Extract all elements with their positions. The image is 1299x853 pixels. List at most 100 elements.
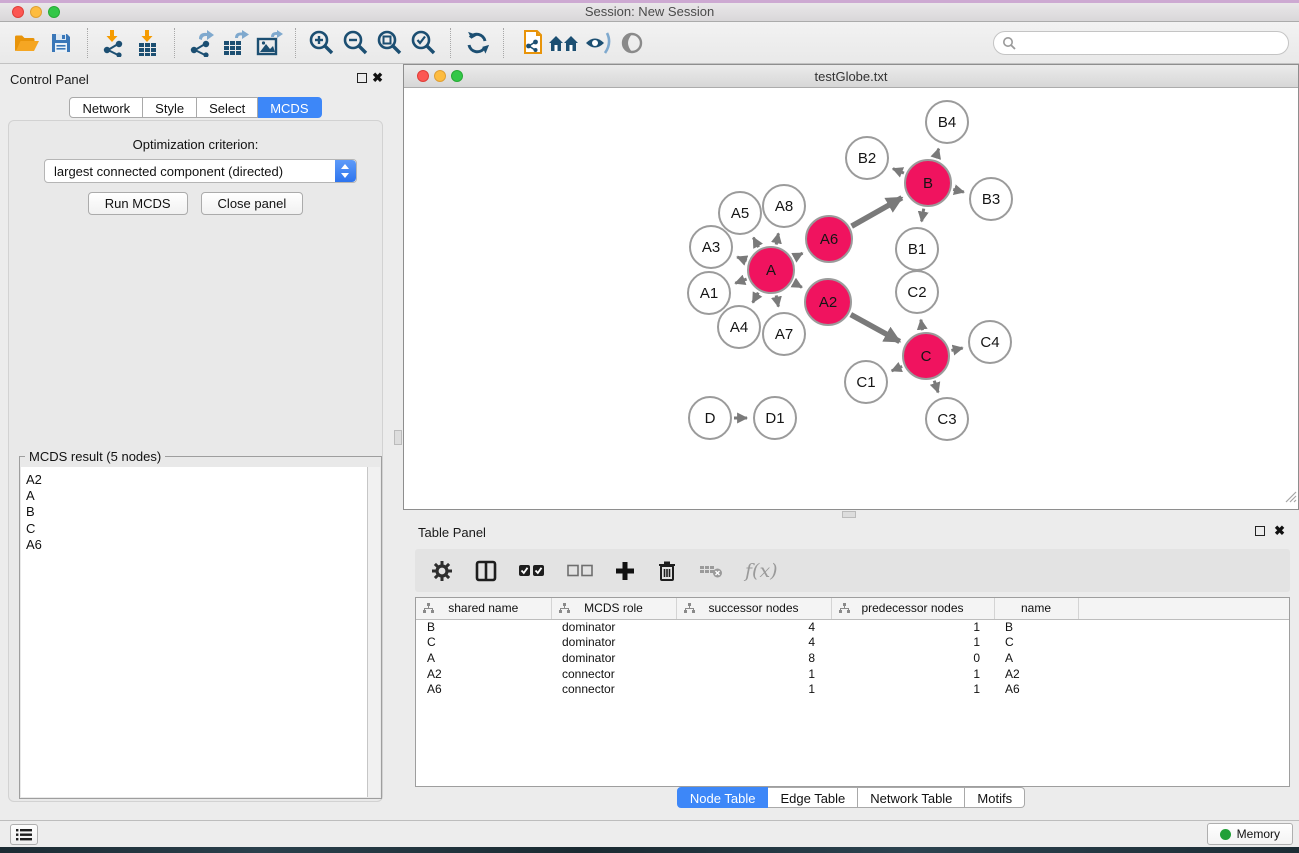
- graph-node-B[interactable]: B: [905, 160, 951, 206]
- graph-edge-C-C1[interactable]: [892, 366, 902, 371]
- search-input[interactable]: [1021, 36, 1271, 50]
- graph-edge-A-A7[interactable]: [776, 295, 778, 306]
- graph-edge-C-C4[interactable]: [951, 348, 962, 350]
- graph-node-D1[interactable]: D1: [754, 397, 796, 439]
- network-window-titlebar[interactable]: testGlobe.txt: [404, 65, 1298, 88]
- table-row[interactable]: A2connector11A2: [416, 666, 1289, 682]
- tab-mcds[interactable]: MCDS: [258, 97, 321, 118]
- graph-edge-B-B4[interactable]: [936, 149, 939, 158]
- result-list-item[interactable]: A: [21, 488, 380, 504]
- graph-edge-A6-B[interactable]: [852, 198, 902, 226]
- show-columns-icon[interactable]: [475, 560, 497, 582]
- open-session-icon[interactable]: [10, 26, 44, 60]
- column-header-shared-name[interactable]: shared name: [416, 598, 551, 619]
- import-network-icon[interactable]: [97, 26, 131, 60]
- graph-edge-A-A8[interactable]: [776, 233, 778, 244]
- tab-style[interactable]: Style: [143, 97, 197, 118]
- graph-node-A8[interactable]: A8: [763, 185, 805, 227]
- function-builder-icon[interactable]: f(x): [745, 560, 778, 582]
- table-row[interactable]: A6connector11A6: [416, 681, 1289, 697]
- column-header-successor-nodes[interactable]: successor nodes: [676, 598, 831, 619]
- graph-edge-A2-C[interactable]: [851, 315, 900, 342]
- close-panel-icon[interactable]: ✖: [372, 70, 383, 86]
- graph-node-A7[interactable]: A7: [763, 313, 805, 355]
- tab-node-table[interactable]: Node Table: [677, 787, 769, 808]
- float-panel-icon[interactable]: [357, 73, 367, 83]
- export-table-icon[interactable]: [218, 26, 252, 60]
- graph-node-C3[interactable]: C3: [926, 398, 968, 440]
- dropdown-stepper-icon[interactable]: [335, 160, 356, 182]
- add-column-icon[interactable]: [615, 561, 635, 581]
- graph-node-C2[interactable]: C2: [896, 271, 938, 313]
- graph-node-A[interactable]: A: [748, 247, 794, 293]
- zoom-selected-icon[interactable]: [407, 26, 441, 60]
- memory-button[interactable]: Memory: [1207, 823, 1293, 845]
- graph-edge-C-C2[interactable]: [921, 320, 922, 331]
- window-resize-grip[interactable]: [1284, 490, 1297, 508]
- graph-edge-A-A5[interactable]: [753, 238, 758, 248]
- graph-edge-A-A2[interactable]: [794, 283, 802, 288]
- zoom-in-icon[interactable]: [305, 26, 339, 60]
- tab-select[interactable]: Select: [197, 97, 258, 118]
- table-divider-grip[interactable]: [842, 511, 856, 518]
- column-header-predecessor-nodes[interactable]: predecessor nodes: [831, 598, 994, 619]
- graph-edge-A-A4[interactable]: [753, 293, 759, 303]
- result-list-item[interactable]: A2: [21, 472, 380, 488]
- graph-node-A3[interactable]: A3: [690, 226, 732, 268]
- tab-network[interactable]: Network: [69, 97, 143, 118]
- table-row[interactable]: Adominator80A: [416, 650, 1289, 666]
- import-table-icon[interactable]: [131, 26, 165, 60]
- result-scrollbar[interactable]: [367, 467, 380, 797]
- graph-node-B4[interactable]: B4: [926, 101, 968, 143]
- graph-edge-A-A3[interactable]: [737, 257, 747, 261]
- hide-selected-icon[interactable]: [581, 26, 615, 60]
- graph-edge-B-B2[interactable]: [893, 169, 904, 174]
- graph-node-B1[interactable]: B1: [896, 228, 938, 270]
- float-table-panel-icon[interactable]: [1255, 526, 1265, 536]
- graph-edge-B-B3[interactable]: [953, 189, 964, 192]
- graph-node-B3[interactable]: B3: [970, 178, 1012, 220]
- graph-node-C[interactable]: C: [903, 333, 949, 379]
- panel-divider-grip[interactable]: [394, 430, 402, 445]
- network-canvas[interactable]: B4B2BB3A8A5A6A3B1AC2A1A2A4A7C4CC1DD1C3: [404, 88, 1298, 509]
- graph-node-A4[interactable]: A4: [718, 306, 760, 348]
- graph-edge-A-A6[interactable]: [794, 253, 803, 258]
- zoom-out-icon[interactable]: [339, 26, 373, 60]
- graph-node-B2[interactable]: B2: [846, 137, 888, 179]
- graph-edge-B-B1[interactable]: [922, 209, 924, 222]
- tab-edge-table[interactable]: Edge Table: [768, 787, 858, 808]
- result-list-item[interactable]: C: [21, 521, 380, 537]
- graph-edge-C-C3[interactable]: [934, 381, 938, 393]
- mcds-result-list[interactable]: A2ABCA6: [21, 467, 380, 797]
- graph-node-C1[interactable]: C1: [845, 361, 887, 403]
- close-table-panel-icon[interactable]: ✖: [1274, 523, 1285, 539]
- search-field[interactable]: [993, 31, 1289, 55]
- result-list-item[interactable]: B: [21, 504, 380, 520]
- close-panel-button[interactable]: Close panel: [201, 192, 304, 215]
- home-icon[interactable]: [547, 26, 581, 60]
- delete-table-icon[interactable]: [699, 563, 723, 579]
- criterion-dropdown[interactable]: largest connected component (directed): [44, 159, 357, 183]
- graph-node-C4[interactable]: C4: [969, 321, 1011, 363]
- save-session-icon[interactable]: [44, 26, 78, 60]
- deselect-all-icon[interactable]: [567, 564, 593, 578]
- export-image-icon[interactable]: [252, 26, 286, 60]
- tab-network-table[interactable]: Network Table: [858, 787, 965, 808]
- show-all-icon[interactable]: [615, 26, 649, 60]
- graph-node-A5[interactable]: A5: [719, 192, 761, 234]
- table-settings-gear-icon[interactable]: [431, 560, 453, 582]
- network-overview-icon[interactable]: [513, 26, 547, 60]
- graph-node-D[interactable]: D: [689, 397, 731, 439]
- refresh-icon[interactable]: [460, 26, 494, 60]
- delete-column-icon[interactable]: [657, 560, 677, 582]
- export-network-icon[interactable]: [184, 26, 218, 60]
- graph-edge-A-A1[interactable]: [735, 279, 746, 283]
- select-all-icon[interactable]: [519, 564, 545, 578]
- node-table[interactable]: shared nameMCDS rolesuccessor nodesprede…: [415, 597, 1290, 787]
- run-mcds-button[interactable]: Run MCDS: [88, 192, 188, 215]
- graph-node-A6[interactable]: A6: [806, 216, 852, 262]
- result-list-item[interactable]: A6: [21, 537, 380, 553]
- graph-node-A2[interactable]: A2: [805, 279, 851, 325]
- tab-motifs[interactable]: Motifs: [965, 787, 1025, 808]
- column-header-name[interactable]: name: [994, 598, 1078, 619]
